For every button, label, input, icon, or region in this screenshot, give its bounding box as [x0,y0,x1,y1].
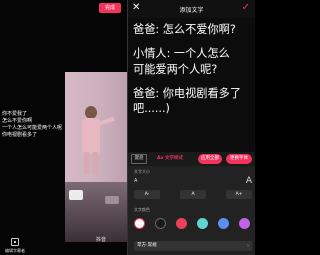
font-style-tab[interactable]: Aa 文字样式 [155,154,185,164]
keyboard-button[interactable]: 键盘 [131,154,147,164]
change-font-button[interactable]: 更换字体 [226,154,252,164]
color-swatch-purple[interactable] [239,218,250,229]
toy-object [69,190,83,200]
dialog-text: 爸爸: 怎么不爱你啊? [133,23,236,36]
person-leg [93,152,98,174]
watermark: 抖音 [96,237,107,243]
check-icon[interactable]: ✓ [242,2,250,13]
dialog-text: 小情人: 一个人怎么 [133,47,230,60]
text-editor[interactable]: 爸爸: 怎么不爱你啊? 小情人: 一个人怎么 可能爱两个人呢? 爸爸: 你电视剧… [133,22,255,117]
decrease-size-button[interactable]: A- [134,190,160,199]
dialog-line-2: 小情人: 一个人怎么 可能爱两个人呢? [133,46,255,77]
subtitle-line: 你电视剧看多了 [2,132,38,138]
subtitle-line: 一个人怎么可能爱两个人呢 [2,125,63,131]
dialog-text: 可能爱两个人呢? [133,62,218,76]
dialog-line-1: 爸爸: 怎么不爱你啊? [133,22,255,38]
edit-subtitle-label: 编辑字幕者 [5,248,25,253]
subtitle-overlay[interactable]: 你不爱我了 怎么不爱你啊 一个人怎么可能爱两个人呢 你电视剧看多了 [2,111,72,139]
person-leg [84,152,89,174]
dialog-text: 爸爸: 你电视剧看多了 [133,86,242,100]
page-title: 添加文字 [179,7,204,14]
person-body [82,118,100,154]
subtitle-line: 怎么不爱你啊 [2,118,33,124]
color-swatch-red[interactable] [176,218,187,229]
size-indicator: A A [134,176,252,186]
size-large-indicator: A [245,176,252,186]
chevron-right-icon: › [247,243,249,249]
add-text-panel: ✕ 添加文字 ✓ 爸爸: 怎么不爱你啊? 小情人: 一个人怎么 可能爱两个人呢?… [128,0,255,255]
color-swatch-white[interactable] [134,218,145,229]
size-buttons: A- A A+ [134,190,252,200]
size-small-indicator: A [134,178,138,184]
increase-size-button[interactable]: A+ [226,190,252,199]
subtitle-line: 你不爱我了 [2,111,28,117]
default-size-button[interactable]: A [180,190,206,199]
apply-all-button[interactable]: 应用全部 [198,154,222,164]
dialog-text: 吧......) [133,102,170,115]
subtitle-icon [11,238,19,246]
top-bar: ✕ 添加文字 ✓ [128,0,255,18]
font-name: 苹方-常规 [137,243,157,248]
text-toolbar: 键盘 Aa 文字样式 应用全部 更换字体 [128,152,255,166]
font-style-label: 文字样式 [165,156,184,161]
color-swatch-blue[interactable] [218,218,229,229]
stool-object [105,196,119,204]
dialog-line-3: 爸爸: 你电视剧看多了 吧......) [133,86,255,117]
done-button[interactable]: 完成 [99,3,121,13]
edit-subtitle-button[interactable]: 编辑字幕者 [4,238,26,254]
color-swatch-teal[interactable] [197,218,208,229]
color-swatch-black[interactable] [155,218,166,229]
font-selector[interactable]: 苹方-常规 › [134,241,252,251]
color-section-label: 文字颜色 [134,207,150,212]
size-section-label: 文字大小 [134,169,150,174]
video-frame [65,72,127,242]
color-swatches [134,218,252,230]
video-preview-panel: 完成 你不爱我了 怎么不爱你啊 一个人怎么可能爱两个人呢 你电视剧看多了 抖音 … [0,0,127,255]
